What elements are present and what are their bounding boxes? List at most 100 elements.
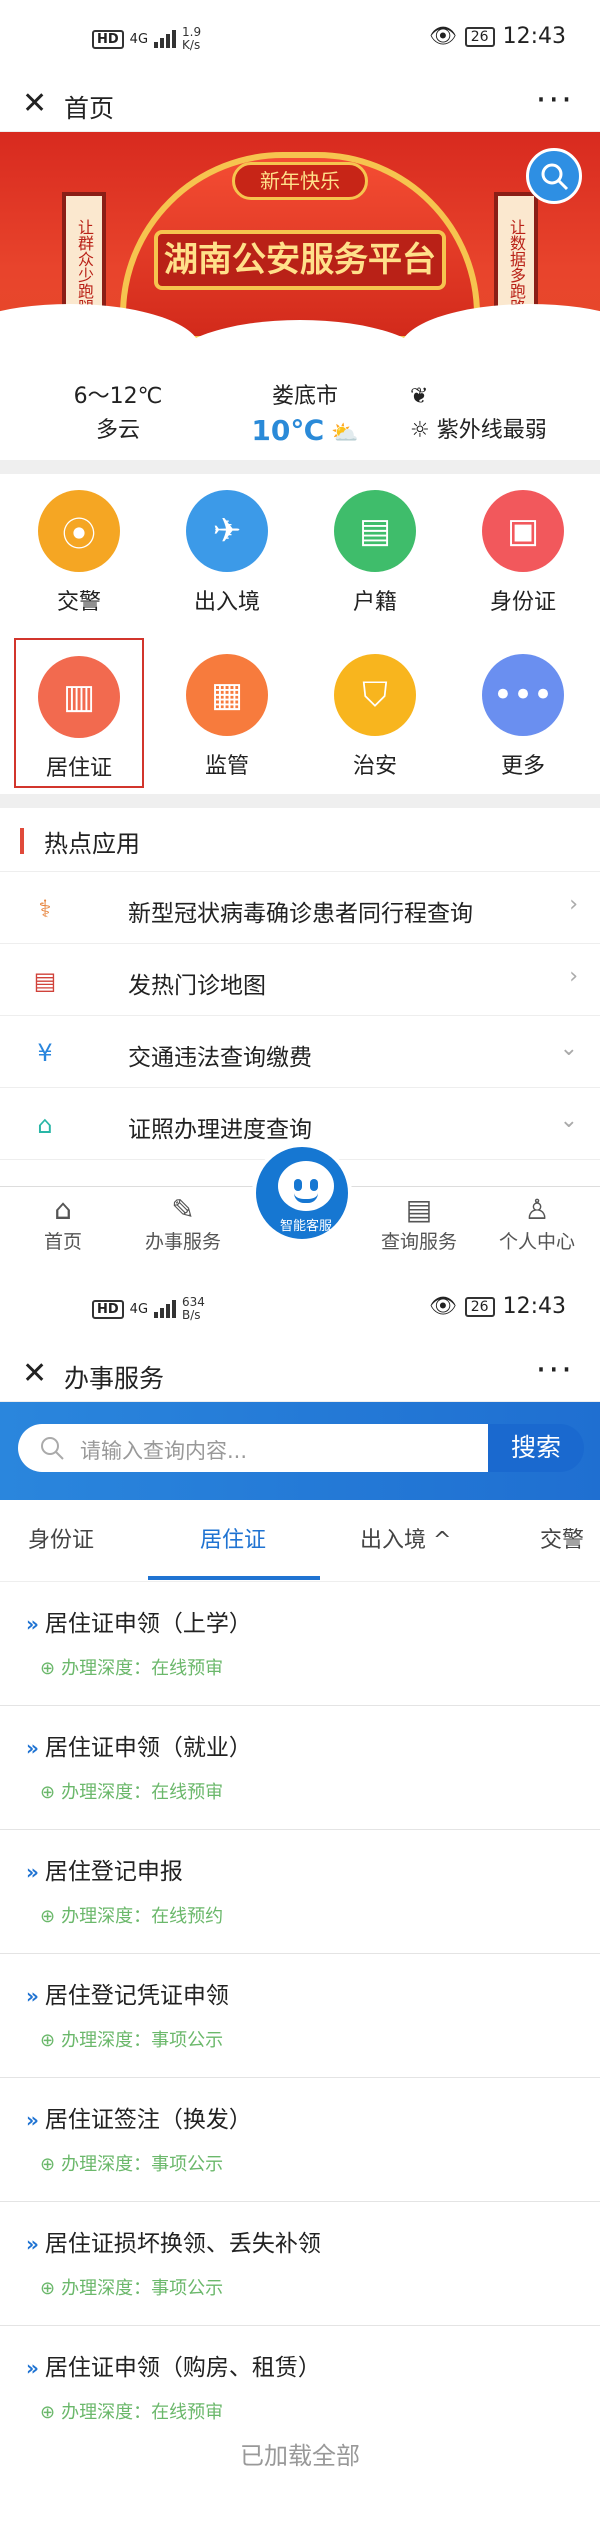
grid-label: 交警: [56, 590, 101, 615]
grid-label: 身份证: [489, 590, 556, 615]
battery-icon: 26: [464, 1296, 495, 1317]
grid-label: 监管: [204, 754, 249, 779]
tab-residence-permit[interactable]: 居住证: [200, 1522, 266, 1554]
service-name: 居住证申领（上学）: [44, 1611, 252, 1637]
sun-icon: ☼: [410, 418, 430, 443]
tab-label: 办事服务: [144, 1231, 221, 1253]
service-item[interactable]: » 居住证申领（购房、租赁） ⊕ 办理深度：在线预审: [0, 2326, 600, 2450]
accent-bar: [20, 828, 24, 854]
more-menu-icon[interactable]: ···: [536, 80, 574, 120]
tab-identity-card[interactable]: 身份证: [28, 1522, 94, 1554]
grid-item-public-security[interactable]: ⛉ 治安: [310, 638, 440, 788]
section-title: 热点应用: [44, 830, 140, 858]
tab-query[interactable]: ▤ 查询服务: [364, 1193, 474, 1254]
grid-item-supervision[interactable]: ▦ 监管: [162, 638, 292, 788]
title-bar: ✕ 首页 ···: [0, 76, 600, 132]
robot-eye: [294, 1179, 302, 1191]
home-icon: ⌂: [54, 1193, 72, 1226]
hd-badge: HD: [92, 29, 124, 49]
net-speed: 1.9 K/s: [182, 25, 202, 52]
service-name: 居住证签注（换发）: [44, 2107, 252, 2133]
airplane-icon: ✈: [186, 490, 268, 572]
signal-icon: [154, 30, 177, 48]
grid-item-more[interactable]: ••• 更多: [458, 638, 588, 788]
grid-item-identity-card[interactable]: ▣ 身份证: [458, 474, 588, 624]
double-chevron-icon: »: [26, 1984, 39, 2008]
globe-icon: ⊕: [40, 1782, 56, 1803]
tab-entry-exit[interactable]: 出入境 ^: [360, 1522, 451, 1554]
list-item-label: 证照办理进度查询: [128, 1117, 312, 1143]
shield-icon: ⛉: [334, 654, 416, 736]
battery-icon: 26: [464, 26, 495, 47]
grid-item-traffic[interactable]: ⦿ 交警: [14, 474, 144, 624]
cloud-sun-icon: ⛅: [331, 421, 359, 446]
house-icon: ⌂: [37, 1111, 53, 1139]
grid-item-residence-permit[interactable]: ▥ 居住证: [14, 638, 144, 788]
tab-traffic[interactable]: 交警: [540, 1522, 584, 1554]
id-card-icon: ▤: [334, 490, 416, 572]
service-item[interactable]: » 居住证申领（上学） ⊕ 办理深度：在线预审: [0, 1582, 600, 1706]
section-divider: [0, 460, 600, 474]
service-screen: HD 4G 634 B/s 👁 26 12:43 ✕ 办事服务 ··· 请输入查询…: [0, 1270, 600, 2536]
globe-icon: ⊕: [40, 2402, 56, 2423]
search-button[interactable]: 搜索: [488, 1424, 584, 1472]
globe-icon: ⊕: [40, 1906, 56, 1927]
list-item[interactable]: ⚕ 新型冠状病毒确诊患者同行程查询 ›: [0, 872, 600, 944]
list-item[interactable]: ¥ 交通违法查询缴费 ⌄: [0, 1016, 600, 1088]
grid-label: 更多: [500, 754, 545, 779]
banner-ribbon: 新年快乐: [232, 162, 368, 200]
current-temp: 10℃: [251, 414, 325, 447]
service-depth: 办理深度：在线预审: [61, 1658, 224, 1679]
eye-icon: 👁: [428, 24, 457, 49]
chevron-right-icon: ›: [569, 892, 578, 917]
globe-icon: ⊕: [40, 1658, 56, 1679]
chevron-right-icon: ›: [569, 964, 578, 989]
section-divider: [0, 794, 600, 808]
yuan-icon: ¥: [37, 1039, 53, 1067]
weather-condition: 多云: [95, 418, 140, 443]
close-icon[interactable]: ✕: [22, 1356, 47, 1391]
weather-forecast: 6～12℃ 多云: [58, 380, 178, 448]
service-depth: 办理深度：在线预审: [61, 1782, 224, 1803]
tab-service[interactable]: ✎ 办事服务: [128, 1193, 238, 1254]
chevron-down-icon: ⌄: [559, 1108, 578, 1133]
status-bar: HD 4G 1.9 K/s 👁 26 12:43: [0, 0, 600, 76]
service-item[interactable]: » 居住登记凭证申领 ⊕ 办理深度：事项公示: [0, 1954, 600, 2078]
page-title: 办事服务: [64, 1364, 165, 1393]
double-chevron-icon: »: [26, 2232, 39, 2256]
service-item[interactable]: » 居住证签注（换发） ⊕ 办理深度：事项公示: [0, 2078, 600, 2202]
traffic-light-icon: ⦿: [38, 490, 120, 572]
search-placeholder: 请输入查询内容...: [80, 1439, 248, 1463]
page-title: 首页: [64, 94, 115, 123]
network-type: 4G: [129, 31, 149, 47]
double-chevron-icon: »: [26, 1736, 39, 1760]
net-speed: 634 B/s: [182, 1295, 205, 1322]
time: 12:43: [502, 1294, 566, 1319]
banner[interactable]: 新年快乐 湖南公安服务平台 让群众少跑腿 让数据多跑路: [0, 132, 600, 360]
close-icon[interactable]: ✕: [22, 86, 47, 121]
service-item[interactable]: » 居住登记申报 ⊕ 办理深度：在线预约: [0, 1830, 600, 1954]
uv-level: 紫外线最弱: [436, 418, 547, 443]
grid-item-entry-exit[interactable]: ✈ 出入境: [162, 474, 292, 624]
service-item[interactable]: » 居住证损坏换领、丢失补领 ⊕ 办理深度：事项公示: [0, 2202, 600, 2326]
tab-home[interactable]: ⌂ 首页: [8, 1193, 118, 1254]
list-item[interactable]: ▤ 发热门诊地图 ›: [0, 944, 600, 1016]
smart-service-button[interactable]: 智能客服: [252, 1143, 352, 1243]
search-input[interactable]: 请输入查询内容...: [18, 1424, 488, 1472]
more-menu-icon[interactable]: ···: [536, 1350, 574, 1390]
grid-item-household[interactable]: ▤ 户籍: [310, 474, 440, 624]
tab-label: 个人中心: [498, 1231, 575, 1253]
active-tab-indicator: [148, 1576, 320, 1580]
double-chevron-icon: »: [26, 2356, 39, 2380]
service-name: 居住登记凭证申领: [44, 1983, 229, 2009]
globe-icon: ⊕: [40, 2154, 56, 2175]
category-tabs: 身份证 居住证 出入境 ^ 交警: [0, 1500, 600, 1582]
globe-icon: ⊕: [40, 2030, 56, 2051]
home-screen: HD 4G 1.9 K/s 👁 26 12:43 ✕ 首页 ··· 新年快乐 湖南…: [0, 0, 600, 1270]
search-button[interactable]: [526, 148, 582, 204]
chevron-down-icon: ⌄: [559, 1036, 578, 1061]
service-item[interactable]: » 居住证申领（就业） ⊕ 办理深度：在线预审: [0, 1706, 600, 1830]
signal-icon: [154, 1300, 177, 1318]
tab-me[interactable]: ♙ 个人中心: [482, 1193, 592, 1254]
weather-current: 娄底市 10℃ ⛅: [230, 380, 380, 451]
